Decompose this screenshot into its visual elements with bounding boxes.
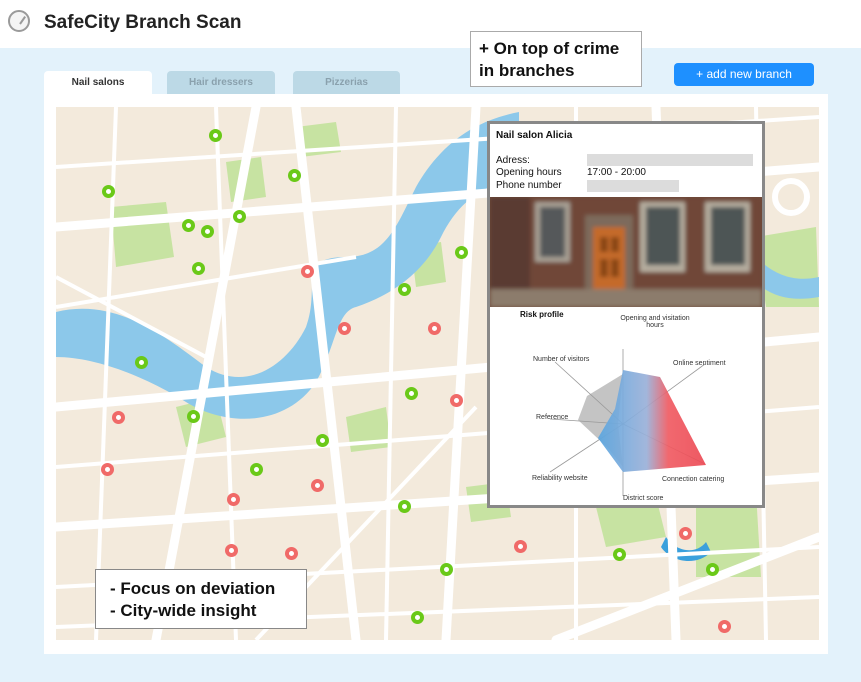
annotation-bottom: - Focus on deviation - City-wide insight xyxy=(95,569,307,629)
opening-hours-label: Opening hours xyxy=(496,167,562,178)
branch-pin-ok[interactable] xyxy=(201,225,214,238)
branch-pin-risk[interactable] xyxy=(679,527,692,540)
annotation-top-line: + On top of crime xyxy=(479,39,620,58)
branch-name: Nail salon Alicia xyxy=(496,130,573,141)
branch-pin-ok[interactable] xyxy=(135,356,148,369)
annotation-bottom-line: - Focus on deviation xyxy=(110,579,276,598)
branch-pin-risk[interactable] xyxy=(112,411,125,424)
branch-pin-risk[interactable] xyxy=(338,322,351,335)
branch-pin-risk[interactable] xyxy=(301,265,314,278)
branch-pin-ok[interactable] xyxy=(455,246,468,259)
axis-label-opening-hours: Opening and visitation hours xyxy=(620,315,690,329)
annotation-top-line: in branches xyxy=(479,61,575,80)
branch-pin-ok[interactable] xyxy=(288,169,301,182)
branch-pin-ok[interactable] xyxy=(102,185,115,198)
branch-pin-ok[interactable] xyxy=(209,129,222,142)
app-header: SafeCity Branch Scan xyxy=(0,0,861,48)
branch-pin-risk[interactable] xyxy=(514,540,527,553)
branch-pin-ok[interactable] xyxy=(182,219,195,232)
branch-pin-ok[interactable] xyxy=(316,434,329,447)
axis-label-district-score: District score xyxy=(623,495,664,502)
branch-pin-risk[interactable] xyxy=(101,463,114,476)
axis-label-reliability-website: Reliability website xyxy=(532,475,588,482)
tab-nail-salons[interactable]: Nail salons xyxy=(44,71,152,94)
address-value-redacted xyxy=(587,154,753,166)
branch-photo xyxy=(490,197,762,307)
branch-pin-risk[interactable] xyxy=(227,493,240,506)
branch-pin-ok[interactable] xyxy=(706,563,719,576)
branch-pin-ok[interactable] xyxy=(192,262,205,275)
branch-pin-risk[interactable] xyxy=(450,394,463,407)
phone-number-value-redacted xyxy=(587,180,679,192)
annotation-bottom-line: - City-wide insight xyxy=(110,601,257,620)
phone-number-label: Phone number xyxy=(496,180,562,191)
branch-pin-ok[interactable] xyxy=(250,463,263,476)
branch-pin-ok[interactable] xyxy=(613,548,626,561)
annotation-top: + On top of crime in branches xyxy=(470,31,642,87)
branch-pin-ok[interactable] xyxy=(187,410,200,423)
branch-pin-risk[interactable] xyxy=(285,547,298,560)
branch-pin-ok[interactable] xyxy=(440,563,453,576)
branch-pin-ok[interactable] xyxy=(411,611,424,624)
axis-label-online-sentiment: Online sentiment xyxy=(673,360,726,367)
branch-detail-card: Nail salon Alicia Adress: Opening hours … xyxy=(487,121,765,508)
tab-hair-dressers[interactable]: Hair dressers xyxy=(167,71,275,94)
opening-hours-value: 17:00 - 20:00 xyxy=(587,167,646,178)
axis-label-number-of-visitors: Number of visitors xyxy=(533,356,590,363)
address-label: Adress: xyxy=(496,155,530,166)
branch-pin-risk[interactable] xyxy=(225,544,238,557)
branch-pin-risk[interactable] xyxy=(718,620,731,633)
branch-pin-ok[interactable] xyxy=(405,387,418,400)
branch-pin-risk[interactable] xyxy=(428,322,441,335)
tab-pizzerias[interactable]: Pizzerias xyxy=(293,71,400,94)
radar-logo-icon xyxy=(8,10,30,32)
app-title: SafeCity Branch Scan xyxy=(44,12,242,33)
add-branch-button[interactable]: + add new branch xyxy=(674,63,814,86)
risk-profile-title: Risk profile xyxy=(520,310,564,319)
axis-label-reference: Reference xyxy=(536,414,569,421)
axis-label-connection-catering: Connection catering xyxy=(662,476,725,483)
branch-pin-risk[interactable] xyxy=(311,479,324,492)
branch-pin-ok[interactable] xyxy=(398,283,411,296)
branch-pin-ok[interactable] xyxy=(398,500,411,513)
branch-pin-ok[interactable] xyxy=(233,210,246,223)
